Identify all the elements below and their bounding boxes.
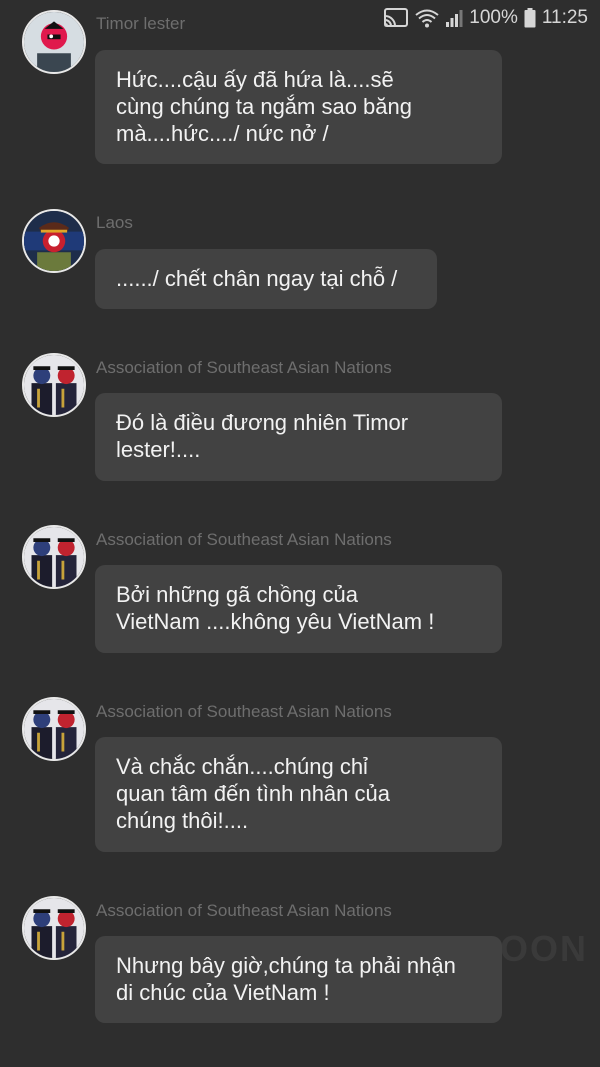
sender-name: Timor lester	[96, 14, 186, 33]
watermark: OON	[500, 928, 589, 969]
clock: 11:25	[541, 7, 588, 28]
signal-icon	[446, 10, 463, 27]
status-bar: 100% 11:25	[383, 4, 588, 32]
sender-name: Association of Southeast Asian Nations	[96, 702, 392, 721]
avatar-asean[interactable]	[22, 896, 86, 960]
avatar-asean[interactable]	[22, 353, 86, 417]
battery-icon	[524, 8, 536, 28]
message-bubble: Nhưng bây giờ,chúng ta phải nhận di chúc…	[95, 936, 502, 1023]
message-bubble: ....../ chết chân ngay tại chỗ /	[95, 249, 437, 309]
message-bubble: Hức....cậu ấy đã hứa là....sẽ cùng chúng…	[95, 50, 502, 164]
cast-icon	[384, 8, 409, 27]
message-bubble: Bởi những gã chồng của VietNam ....không…	[95, 565, 502, 653]
message-bubble: Đó là điều đương nhiên Timor lester!....	[95, 393, 502, 481]
battery-percent: 100%	[469, 7, 518, 28]
wifi-icon	[415, 9, 439, 28]
avatar-timor-lester[interactable]	[22, 10, 86, 74]
avatar-laos[interactable]	[22, 209, 86, 273]
sender-name: Association of Southeast Asian Nations	[96, 358, 392, 377]
sender-name: Laos	[96, 213, 133, 232]
avatar-asean[interactable]	[22, 697, 86, 761]
sender-name: Association of Southeast Asian Nations	[96, 530, 392, 549]
message-bubble: Và chắc chắn....chúng chỉ quan tâm đến t…	[95, 737, 502, 852]
avatar-asean[interactable]	[22, 525, 86, 589]
sender-name: Association of Southeast Asian Nations	[96, 901, 392, 920]
